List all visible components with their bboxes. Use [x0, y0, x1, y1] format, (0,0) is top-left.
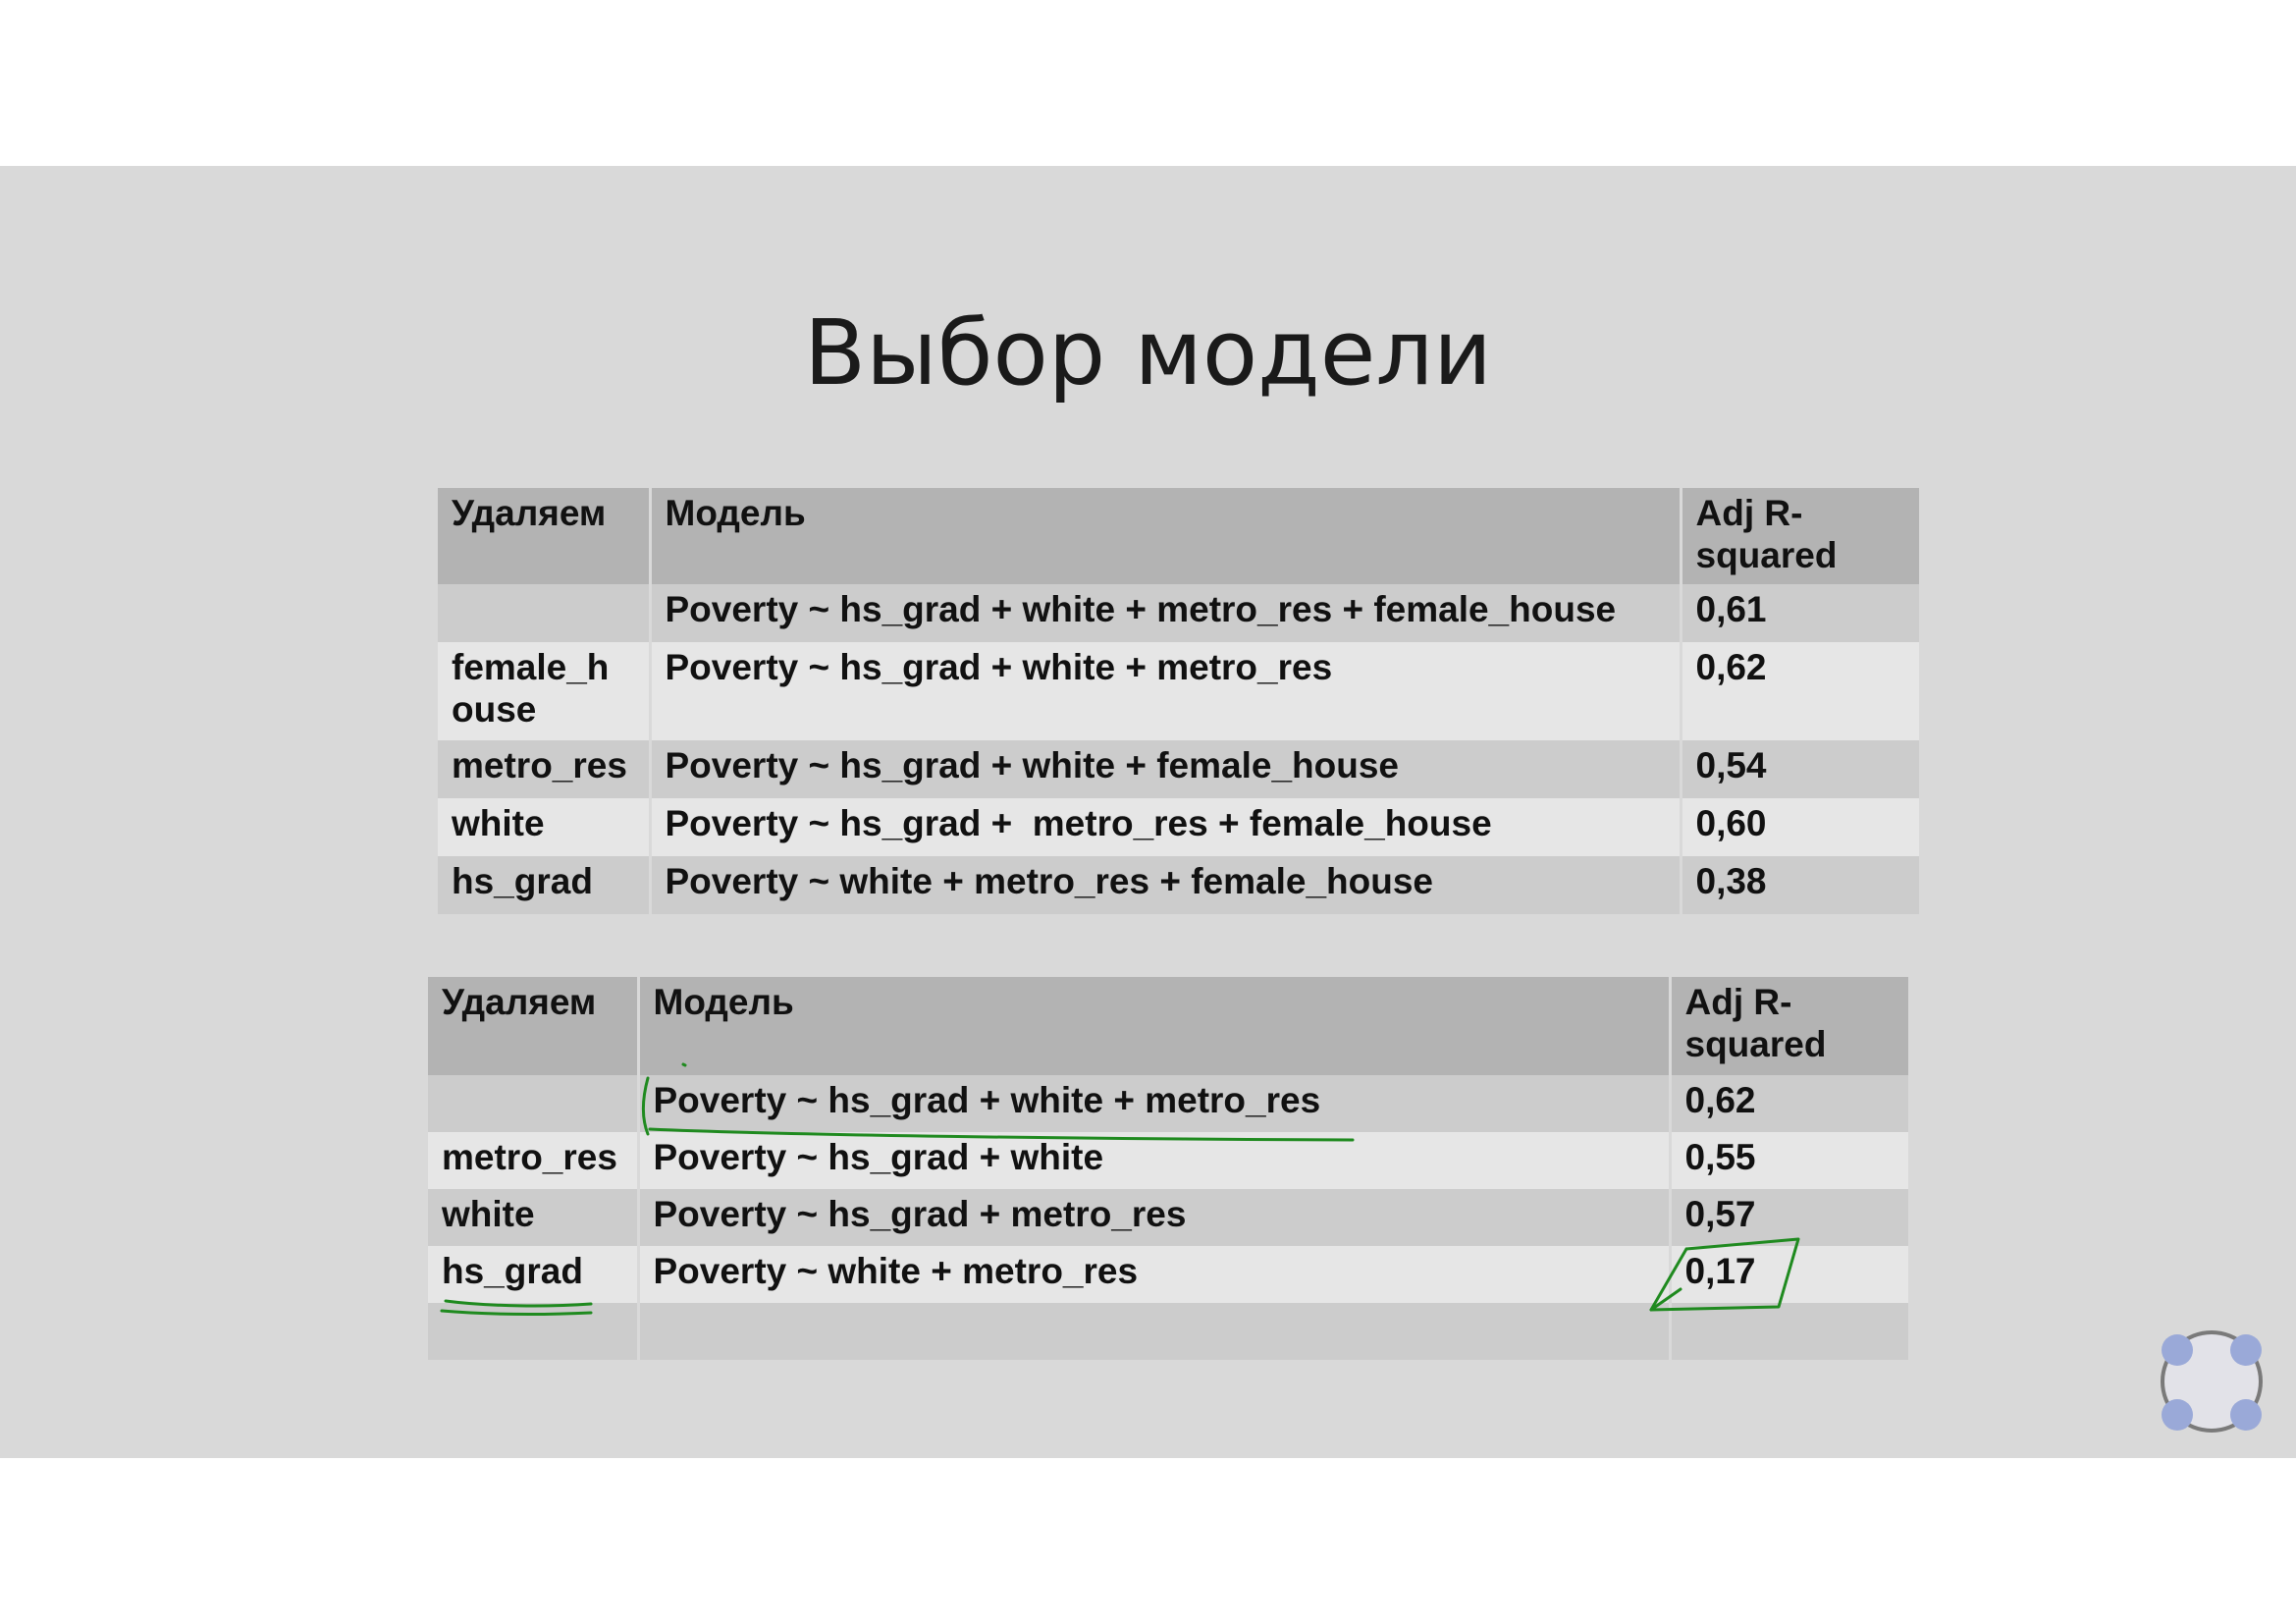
overlay-dot: [2162, 1334, 2193, 1366]
table-row: Poverty ~ hs_grad + white + metro_res 0,…: [428, 1075, 1908, 1132]
model-cell: Poverty ~ hs_grad + metro_res: [638, 1189, 1672, 1246]
table-row: metro_res Poverty ~ hs_grad + white + fe…: [438, 740, 1919, 798]
overlay-dot: [2230, 1334, 2262, 1366]
removed-cell: white: [438, 798, 652, 856]
header-adj-r-squared: Adj R- squared: [1681, 488, 1919, 584]
table-row: white Poverty ~ hs_grad + metro_res + fe…: [438, 798, 1919, 856]
overlay-dot: [2230, 1399, 2262, 1431]
model-table-1: Удаляем Модель Adj R- squared Poverty ~ …: [438, 488, 1919, 914]
adj-r2-cell: [1670, 1303, 1908, 1360]
model-cell: Poverty ~ hs_grad + white + metro_res: [650, 642, 1682, 740]
model-cell: Poverty ~ hs_grad + white + metro_res: [638, 1075, 1672, 1132]
removed-cell: [438, 584, 652, 642]
header-model: Модель: [650, 488, 1682, 584]
table-row: [428, 1303, 1908, 1360]
model-cell: Poverty ~ hs_grad + metro_res + female_h…: [650, 798, 1682, 856]
removed-cell: hs_grad: [438, 856, 652, 914]
table-header-row: Удаляем Модель Adj R- squared: [428, 977, 1908, 1075]
header-removed: Удаляем: [428, 977, 640, 1075]
model-cell: Poverty ~ hs_grad + white + female_house: [650, 740, 1682, 798]
model-cell: Poverty ~ hs_grad + white + metro_res + …: [650, 584, 1682, 642]
adj-r2-cell: 0,61: [1681, 584, 1919, 642]
removed-cell: metro_res: [428, 1132, 640, 1189]
removed-cell: [428, 1075, 640, 1132]
table-row: female_h ouse Poverty ~ hs_grad + white …: [438, 642, 1919, 740]
model-cell: Poverty ~ white + metro_res + female_hou…: [650, 856, 1682, 914]
adj-r2-cell: 0,54: [1681, 740, 1919, 798]
model-table-2: Удаляем Модель Adj R- squared Poverty ~ …: [428, 977, 1908, 1360]
adj-r2-cell: 0,17: [1670, 1246, 1908, 1303]
model-cell: Poverty ~ white + metro_res: [638, 1246, 1672, 1303]
adj-r2-cell: 0,55: [1670, 1132, 1908, 1189]
adj-r2-cell: 0,57: [1670, 1189, 1908, 1246]
removed-cell: metro_res: [438, 740, 652, 798]
slide: Выбор модели Удаляем Модель Adj R- squar…: [0, 166, 2296, 1458]
table-header-row: Удаляем Модель Adj R- squared: [438, 488, 1919, 584]
model-cell: Poverty ~ hs_grad + white: [638, 1132, 1672, 1189]
adj-r2-cell: 0,60: [1681, 798, 1919, 856]
table-row: hs_grad Poverty ~ white + metro_res + fe…: [438, 856, 1919, 914]
table-row: Poverty ~ hs_grad + white + metro_res + …: [438, 584, 1919, 642]
header-adj-r-squared: Adj R- squared: [1670, 977, 1908, 1075]
table-row: white Poverty ~ hs_grad + metro_res 0,57: [428, 1189, 1908, 1246]
table-row: metro_res Poverty ~ hs_grad + white 0,55: [428, 1132, 1908, 1189]
removed-cell: hs_grad: [428, 1246, 640, 1303]
slide-title: Выбор модели: [804, 300, 1492, 406]
adj-r2-cell: 0,38: [1681, 856, 1919, 914]
header-model: Модель: [638, 977, 1672, 1075]
table-row: hs_grad Poverty ~ white + metro_res 0,17: [428, 1246, 1908, 1303]
presenter-overlay-icon[interactable]: [2156, 1326, 2268, 1436]
removed-cell: white: [428, 1189, 640, 1246]
adj-r2-cell: 0,62: [1681, 642, 1919, 740]
removed-cell: [428, 1303, 640, 1360]
removed-cell: female_h ouse: [438, 642, 652, 740]
adj-r2-cell: 0,62: [1670, 1075, 1908, 1132]
model-cell: [638, 1303, 1672, 1360]
overlay-dot: [2162, 1399, 2193, 1431]
header-removed: Удаляем: [438, 488, 652, 584]
